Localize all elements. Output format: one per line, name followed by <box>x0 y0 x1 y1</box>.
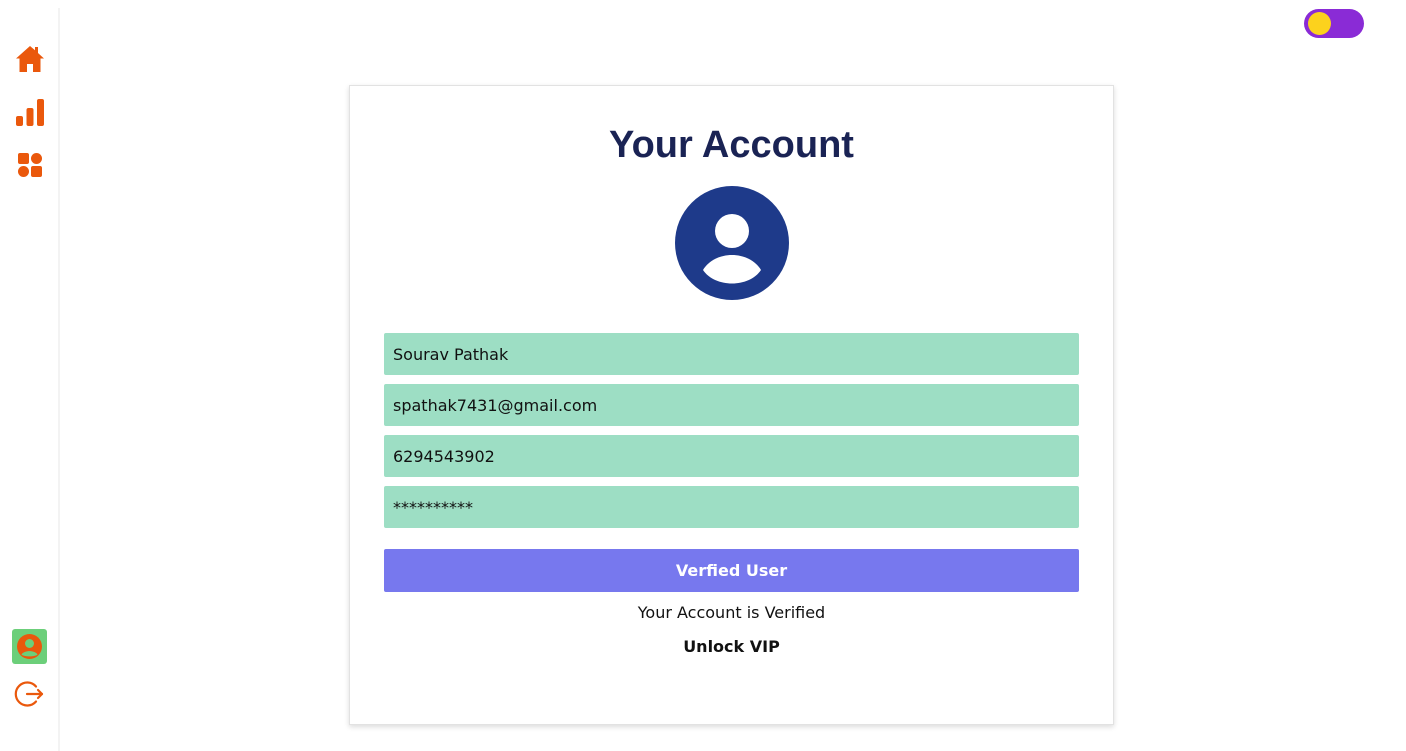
home-icon <box>16 46 44 72</box>
theme-toggle[interactable] <box>1304 9 1364 38</box>
unlock-vip-link[interactable]: Unlock VIP <box>350 636 1113 658</box>
logout-icon <box>14 681 44 707</box>
verified-user-button[interactable]: Verfied User <box>384 549 1079 592</box>
theme-toggle-knob <box>1308 12 1331 35</box>
user-avatar-icon <box>675 186 789 300</box>
sidebar-item-logout[interactable] <box>13 678 45 710</box>
user-circle-icon <box>17 634 42 659</box>
password-field[interactable] <box>384 486 1079 528</box>
sidebar-item-profile[interactable] <box>12 629 47 664</box>
account-card: Your Account Verfied User Your Account i… <box>349 85 1114 725</box>
email-field[interactable] <box>384 384 1079 426</box>
name-field[interactable] <box>384 333 1079 375</box>
sidebar-item-stats[interactable] <box>14 96 46 128</box>
sidebar-item-home[interactable] <box>14 43 46 75</box>
page-title: Your Account <box>609 124 854 166</box>
apps-grid-icon <box>18 153 42 177</box>
sidebar <box>0 8 60 751</box>
verification-status: Your Account is Verified <box>637 603 826 622</box>
phone-field[interactable] <box>384 435 1079 477</box>
bar-chart-icon <box>16 99 44 126</box>
sidebar-item-apps[interactable] <box>14 149 46 181</box>
